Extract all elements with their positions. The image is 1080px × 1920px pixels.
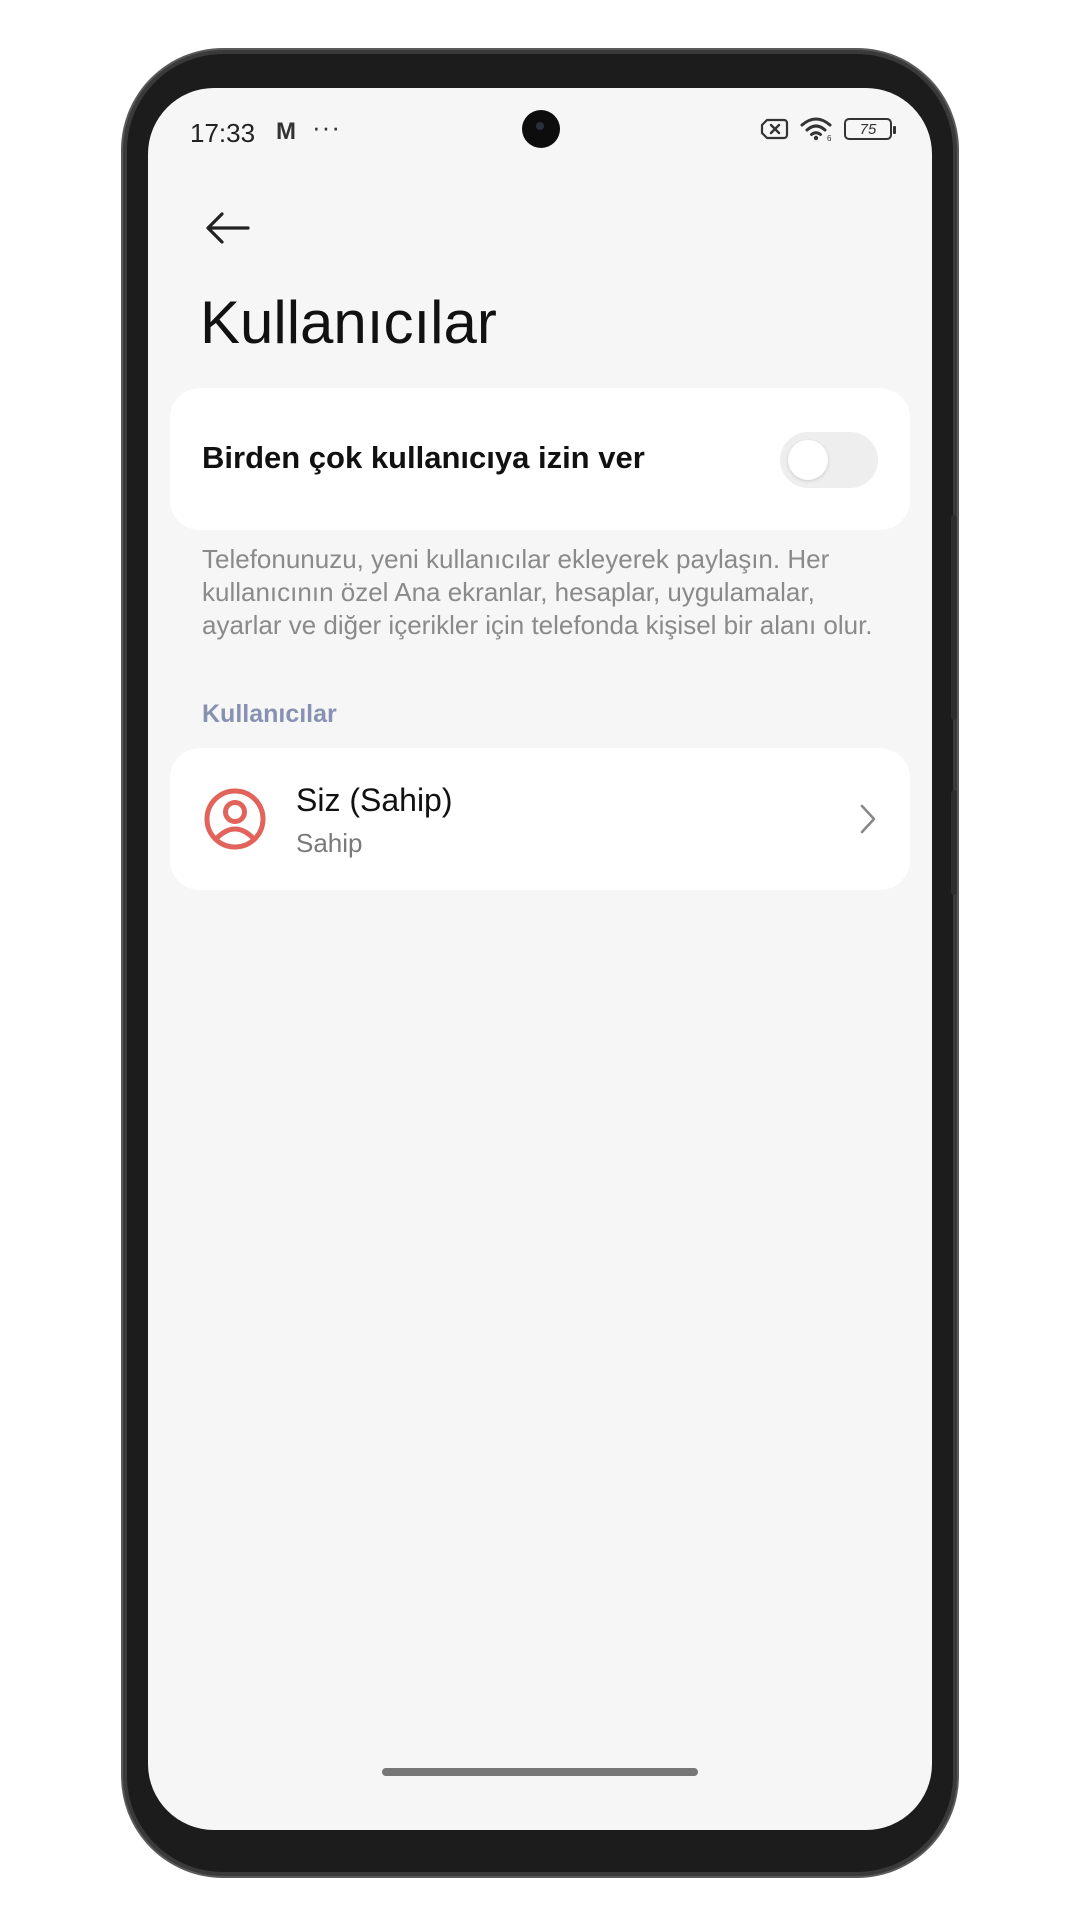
status-bar: 17:33 M ··· 6 75 — [148, 88, 932, 178]
toggle-knob — [788, 440, 828, 480]
battery-icon: 75 — [844, 118, 896, 140]
screen: 17:33 M ··· 6 75 Kullanıcılar Birden çok… — [148, 88, 932, 1830]
page: 17:33 M ··· 6 75 Kullanıcılar Birden çok… — [0, 0, 1080, 1920]
wifi-icon: 6 — [800, 117, 832, 142]
status-icons: 6 75 — [760, 116, 896, 142]
no-sim-icon — [760, 118, 789, 140]
volume-button — [951, 515, 957, 720]
page-title: Kullanıcılar — [200, 289, 497, 356]
front-camera — [522, 110, 560, 148]
home-indicator[interactable] — [382, 1768, 698, 1776]
user-list-item-owner[interactable]: Siz (Sahip) Sahip — [170, 748, 910, 890]
arrow-left-icon — [206, 212, 250, 244]
more-notifications-icon: ··· — [312, 112, 341, 142]
user-avatar-icon — [204, 788, 266, 850]
back-button[interactable] — [198, 198, 258, 258]
multi-user-label: Birden çok kullanıcıya izin ver — [202, 440, 645, 475]
status-time: 17:33 — [190, 118, 256, 148]
multi-user-toggle[interactable] — [780, 432, 878, 488]
multi-user-description: Telefonunuzu, yeni kullanıcılar ekleyere… — [202, 544, 873, 640]
battery-level: 75 — [859, 120, 877, 138]
power-button — [951, 790, 957, 895]
svg-text:6: 6 — [827, 134, 832, 142]
chevron-right-icon — [860, 804, 876, 834]
multi-user-setting[interactable]: Birden çok kullanıcıya izin ver — [170, 388, 910, 530]
users-section-header: Kullanıcılar — [202, 700, 337, 728]
user-name: Siz (Sahip) — [296, 782, 453, 818]
gmail-icon: M — [276, 118, 296, 145]
user-role: Sahip — [296, 828, 363, 858]
